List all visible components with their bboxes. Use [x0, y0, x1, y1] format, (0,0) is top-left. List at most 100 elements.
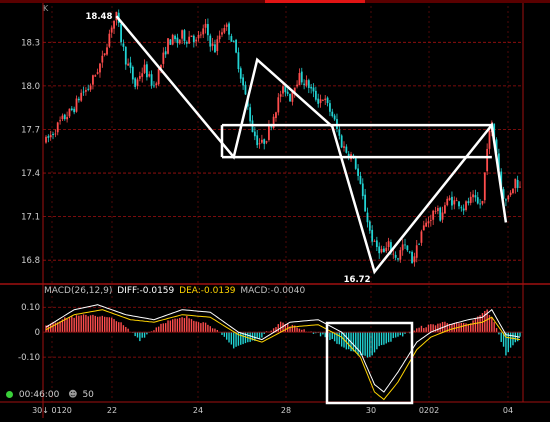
candle-body — [202, 28, 205, 35]
candle-body — [364, 194, 367, 212]
candle-body — [361, 183, 364, 197]
candle-body — [446, 198, 449, 206]
candle-body — [204, 23, 207, 28]
candle-body — [519, 186, 521, 188]
candle-body — [394, 254, 397, 258]
candle-body — [321, 100, 324, 102]
candle-body — [94, 75, 97, 77]
macd-lines — [45, 304, 521, 401]
candle-body — [110, 27, 113, 33]
x-tick-label: 30 — [366, 406, 376, 415]
candle-body — [406, 245, 409, 251]
candle-body — [171, 34, 174, 45]
candle-body — [242, 77, 245, 86]
candle-body — [275, 112, 277, 119]
candle-body — [120, 23, 122, 43]
grid-lines — [43, 6, 523, 402]
drawing-overlay[interactable] — [115, 15, 508, 405]
candle-body — [268, 125, 270, 140]
candle-body — [225, 24, 228, 27]
status-dot — [6, 391, 13, 398]
macd-value: -0.0040 — [270, 286, 306, 296]
candle-body — [96, 72, 99, 74]
candle-body — [127, 63, 130, 66]
zigzag-trendline — [115, 15, 508, 275]
macd-label: MACD: — [240, 286, 271, 296]
candle-body — [451, 196, 453, 206]
candle-body — [436, 208, 439, 212]
candle-body — [190, 35, 193, 37]
candle-body — [310, 86, 313, 89]
candle-body — [307, 80, 310, 88]
candle-body — [319, 99, 322, 103]
candle-body — [150, 74, 153, 86]
trading-chart[interactable]: 18.3 18.0 17.7 17.4 17.1 16.8 0.10 0 -0.10 30↓ 01… — [0, 0, 550, 418]
candle-body — [286, 91, 289, 94]
diff-line — [45, 304, 521, 393]
status-time: 00:46:00 — [18, 390, 60, 400]
candle-body — [279, 94, 282, 97]
candle-body — [512, 188, 514, 194]
candle-body — [59, 120, 61, 122]
top-accent — [265, 0, 365, 3]
candle-body — [296, 84, 298, 87]
candle-body — [99, 63, 101, 73]
candle-body — [357, 168, 359, 176]
candle-body — [113, 20, 115, 29]
macd-legend: MACD(26,12,9) DIFF:-0.0159 DEA:-0.0139 M… — [44, 286, 305, 296]
candle-body — [338, 129, 341, 136]
candle-body — [265, 141, 268, 143]
candle-body — [380, 248, 383, 253]
chart-canvas[interactable]: 18.3 18.0 17.7 17.4 17.1 16.8 0.10 0 -0.10 30↓ 01… — [0, 0, 550, 418]
x-tick-label: 0202 — [419, 406, 439, 415]
candle-body — [207, 24, 209, 36]
candle-body — [164, 51, 167, 55]
candle-body — [235, 39, 237, 53]
candle-body — [298, 73, 301, 86]
candle-body — [411, 251, 413, 264]
x-tick-label: 28 — [281, 406, 291, 415]
candle-body — [378, 246, 381, 254]
axis-labels: 18.3 18.0 17.7 17.4 17.1 16.8 0.10 0 -0.10 30↓ 01… — [18, 12, 513, 415]
candle-body — [345, 146, 348, 153]
candle-body — [260, 139, 263, 143]
x-tick-label: 22 — [107, 406, 117, 415]
candle-body — [237, 52, 240, 70]
candle-body — [232, 41, 235, 42]
candle-body — [209, 35, 212, 47]
candle-body — [84, 90, 87, 92]
candle-body — [80, 92, 83, 101]
candle-body — [371, 229, 374, 242]
candle-body — [448, 197, 451, 201]
candle-body — [441, 212, 444, 220]
candle-body — [70, 108, 73, 111]
candle-body — [223, 28, 226, 33]
candle-body — [87, 88, 90, 90]
candle-body — [199, 34, 202, 36]
diff-value: -0.0159 — [139, 286, 175, 296]
candle-body — [422, 225, 425, 231]
candle-body — [462, 208, 465, 211]
candle-body — [343, 146, 345, 148]
candle-body — [89, 85, 92, 90]
candle-body — [397, 258, 399, 260]
candle-body — [77, 98, 80, 101]
candle-body — [143, 64, 146, 73]
candle-body — [277, 97, 280, 113]
candle-body — [465, 201, 467, 210]
candle-body — [427, 221, 430, 224]
candle-body — [148, 74, 151, 77]
candle-body — [282, 86, 284, 94]
status-bar: 00:46:00 ☻ 50 — [6, 390, 94, 400]
candle-body — [415, 245, 418, 258]
candle-body — [385, 247, 388, 252]
x-tick-label: 30↓ 0120 — [32, 406, 72, 415]
candle-body — [169, 39, 172, 45]
candle-body — [469, 196, 472, 203]
candle-body — [124, 46, 127, 65]
candle-body — [157, 69, 160, 85]
candle-body — [507, 195, 510, 200]
status-count: 50 — [82, 390, 94, 400]
candle-body — [167, 38, 169, 54]
candle-body — [195, 39, 198, 42]
